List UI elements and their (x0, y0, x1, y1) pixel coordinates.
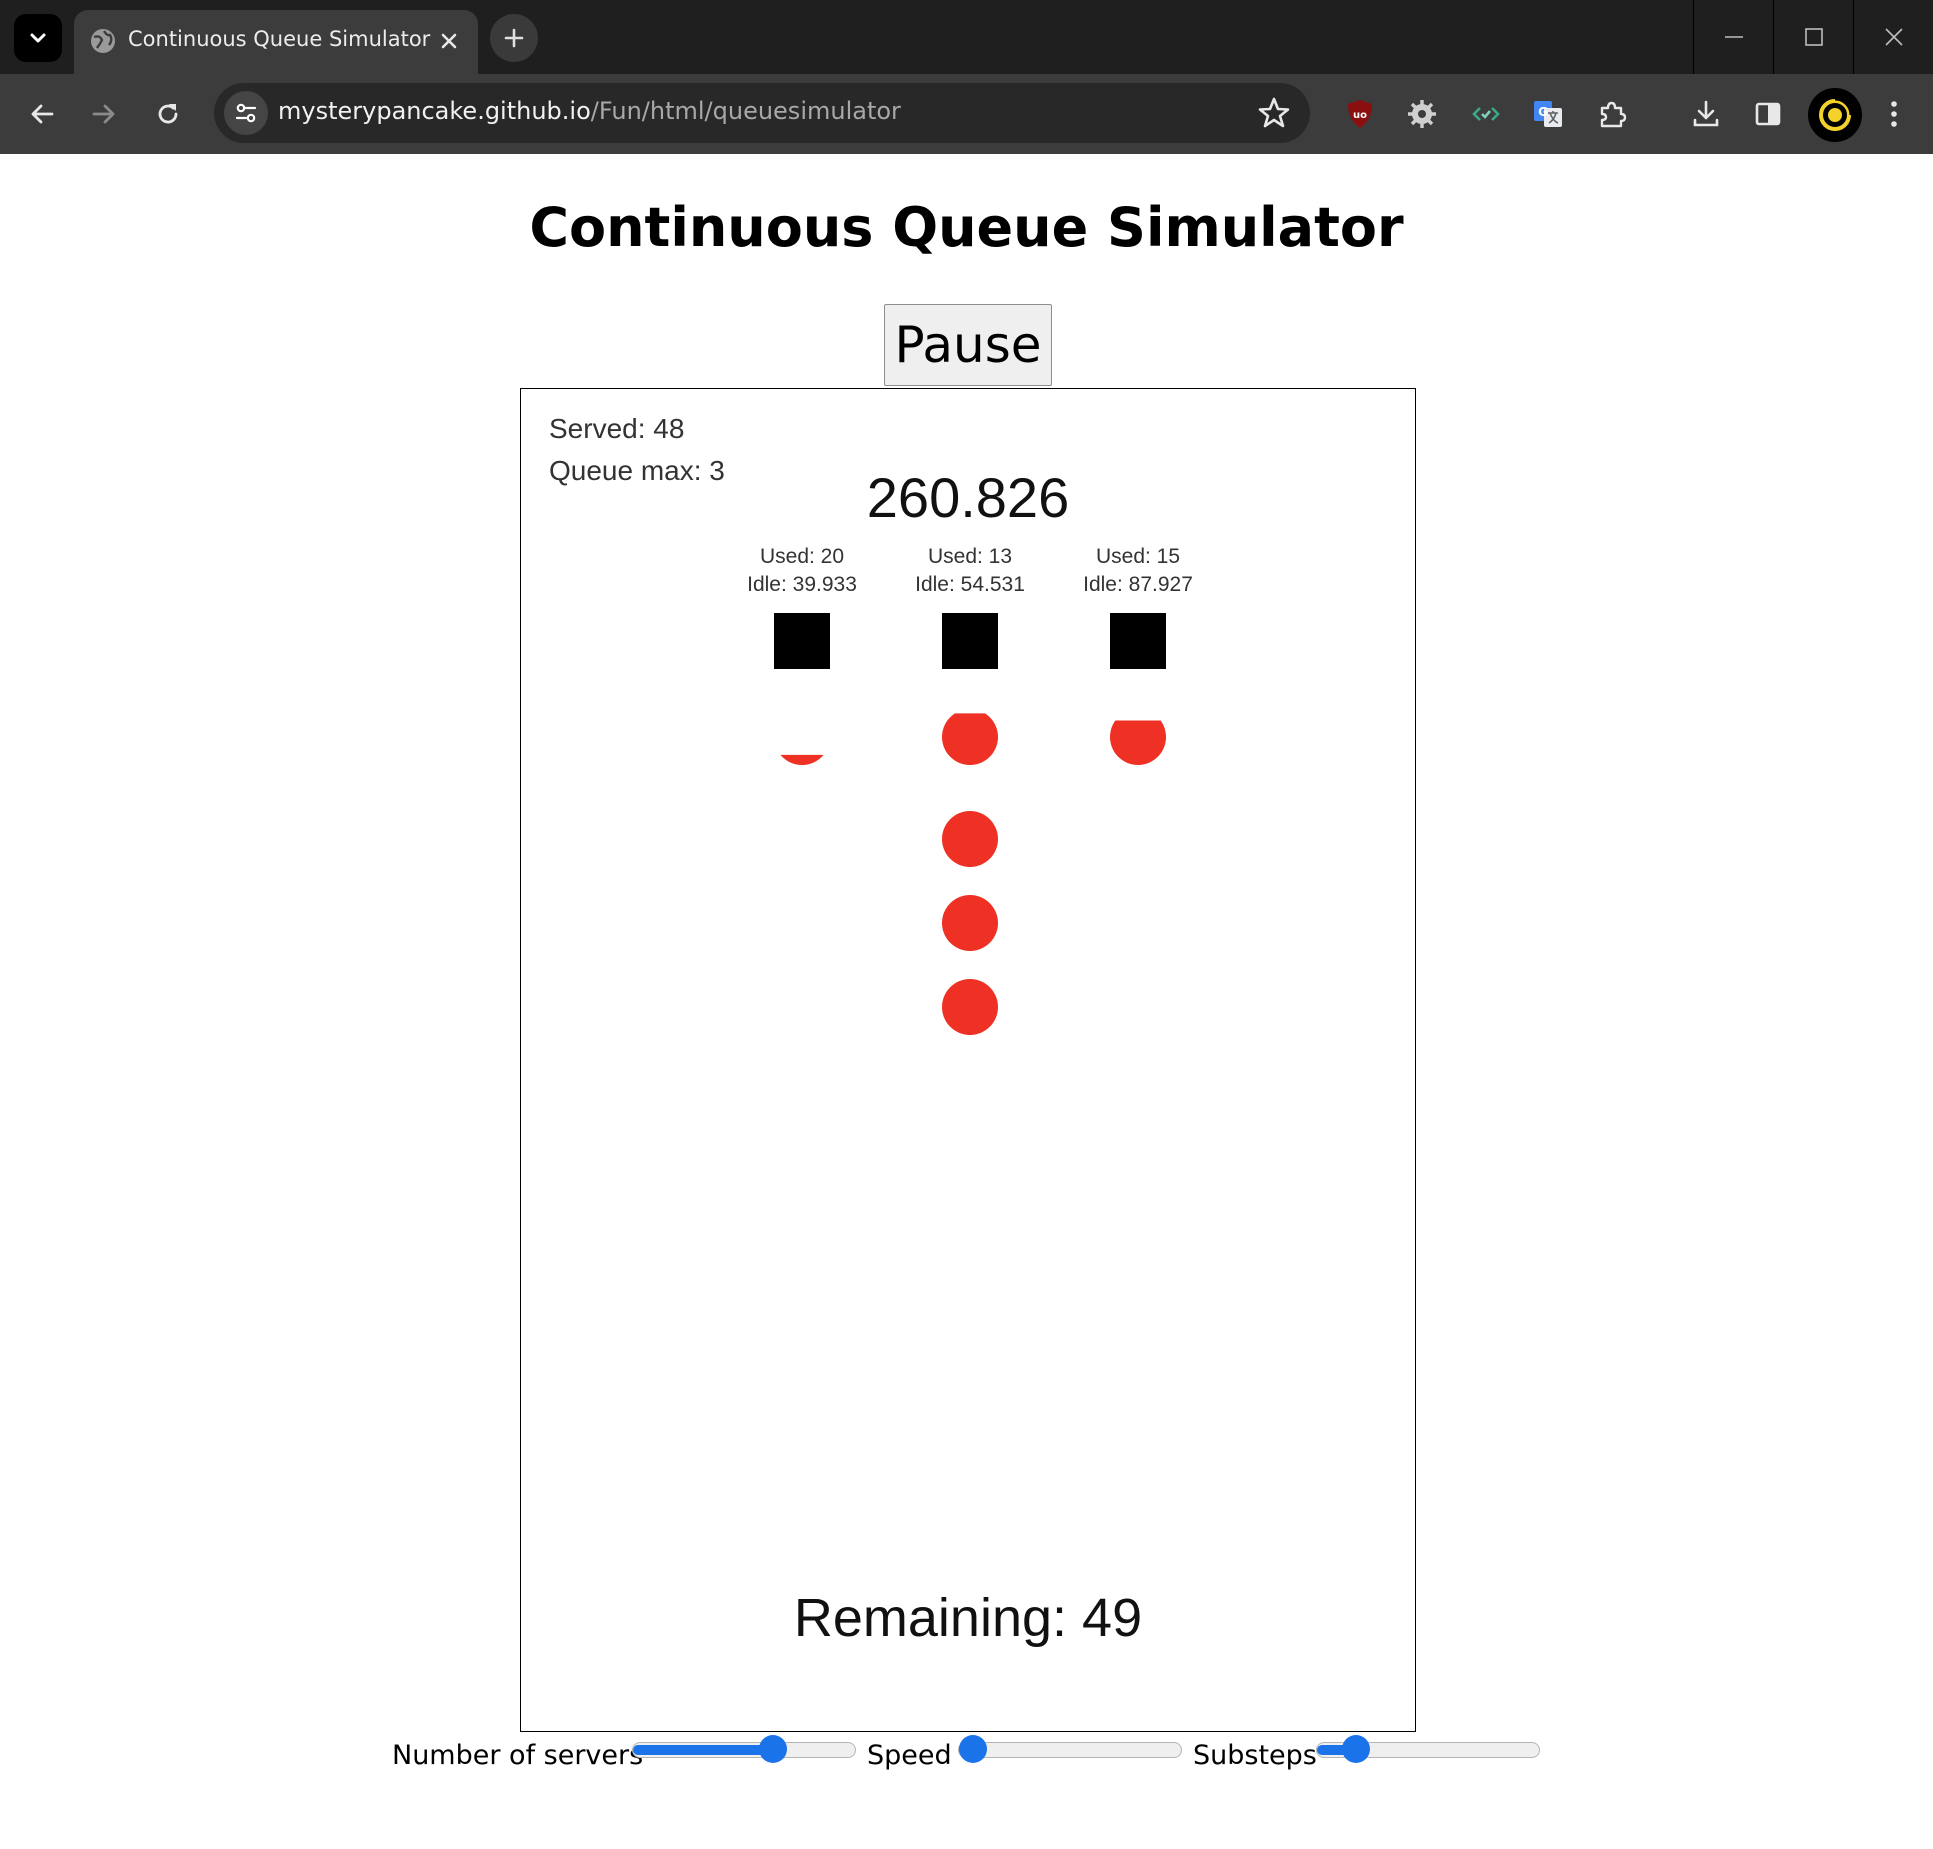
url-host: mysterypancake.github.io (278, 97, 591, 125)
substeps-slider[interactable] (1316, 1735, 1540, 1763)
customer-in-service (1110, 720, 1166, 765)
browser-menu-button[interactable] (1872, 92, 1916, 136)
maximize-button[interactable] (1774, 0, 1853, 74)
download-icon (1693, 100, 1719, 127)
shield-icon: uo (1348, 100, 1372, 128)
gear-icon (1408, 100, 1436, 128)
profile-avatar-button[interactable] (1808, 88, 1862, 142)
pause-button[interactable]: Pause (884, 304, 1052, 386)
chevron-down-icon (30, 33, 46, 43)
kebab-menu-icon (1891, 101, 1897, 127)
close-window-button[interactable] (1854, 0, 1933, 74)
tab-title: Continuous Queue Simulator (128, 27, 431, 51)
translate-icon: G (1534, 101, 1562, 127)
code-extension-button[interactable] (1464, 92, 1508, 136)
translate-extension-button[interactable]: G (1526, 92, 1570, 136)
address-bar[interactable]: mysterypancake.github.io/Fun/html/queues… (214, 83, 1310, 143)
substeps-slider-label: Substeps (1193, 1740, 1317, 1771)
tab-search-button[interactable] (14, 14, 62, 62)
page-title: Continuous Queue Simulator (529, 196, 1404, 259)
bookmark-star-icon[interactable] (1254, 93, 1294, 133)
minimize-icon (1724, 36, 1743, 38)
slider-thumb[interactable] (959, 1735, 987, 1763)
reload-button[interactable] (146, 92, 190, 136)
servers-slider[interactable] (632, 1735, 856, 1763)
downloads-button[interactable] (1684, 92, 1728, 136)
slider-thumb[interactable] (1342, 1735, 1371, 1763)
ublock-extension-button[interactable]: uo (1338, 92, 1382, 136)
url-path: /Fun/html/queuesimulator (590, 97, 901, 125)
back-arrow-icon (31, 104, 54, 124)
close-tab-icon[interactable] (436, 28, 462, 54)
side-panel-icon (1755, 102, 1781, 126)
customers-layer (780, 713, 1166, 1035)
globe-icon (91, 29, 115, 53)
slider-thumb[interactable] (759, 1735, 788, 1763)
servers-slider-label: Number of servers (392, 1740, 644, 1771)
browser-tabstrip: Continuous Queue Simulator (0, 0, 1933, 74)
settings-extension-button[interactable] (1400, 92, 1444, 136)
remaining-count: Remaining: 49 (793, 1588, 1143, 1648)
tune-icon (235, 103, 257, 123)
checkmark-code-icon (1472, 107, 1500, 121)
url-text[interactable]: mysterypancake.github.io/Fun/html/queues… (278, 97, 901, 125)
back-button[interactable] (20, 92, 64, 136)
forward-button[interactable] (82, 92, 126, 136)
site-info-button[interactable] (224, 91, 268, 135)
queued-customer (942, 979, 998, 1035)
speed-slider[interactable] (958, 1735, 1182, 1763)
avatar (1819, 97, 1853, 131)
plus-icon (504, 28, 524, 48)
reload-icon (158, 104, 178, 124)
simulation-canvas: Served: 48 Queue max: 3 260.826 Used: 20… (520, 388, 1416, 1732)
extensions-button[interactable] (1590, 92, 1634, 136)
maximize-icon (1804, 28, 1823, 46)
svg-text:uo: uo (1353, 110, 1367, 121)
queued-customer (942, 895, 998, 951)
new-tab-button[interactable] (490, 14, 538, 62)
svg-text:G: G (1538, 105, 1548, 119)
puzzle-piece-icon (1600, 101, 1627, 128)
queued-customer (942, 811, 998, 867)
customer-in-service (780, 754, 824, 765)
minimize-button[interactable] (1694, 0, 1773, 74)
customer-in-service (942, 713, 999, 765)
close-icon (1884, 28, 1903, 46)
slider-fill (633, 1745, 774, 1755)
speed-slider-label: Speed (867, 1740, 952, 1771)
browser-toolbar: mysterypancake.github.io/Fun/html/queues… (0, 74, 1933, 154)
forward-arrow-icon (92, 104, 115, 124)
side-panel-button[interactable] (1746, 92, 1790, 136)
browser-tab-active[interactable]: Continuous Queue Simulator (74, 10, 478, 74)
